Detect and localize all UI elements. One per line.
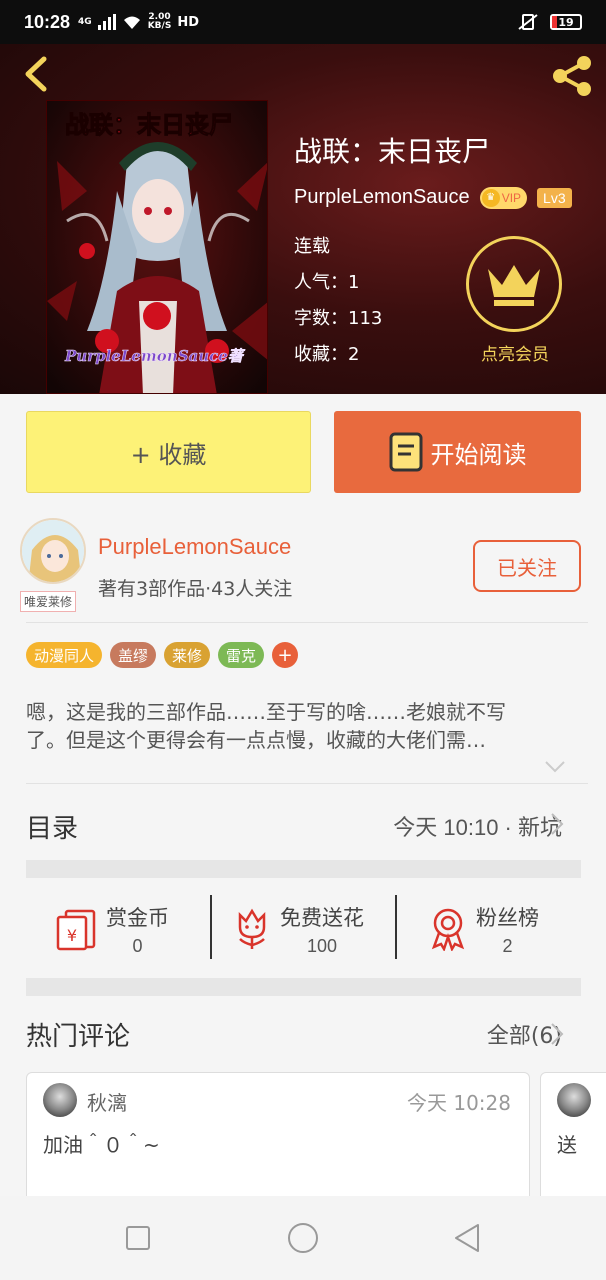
cover-illustration: 战联：末日丧尸 PurpleLemonSauce著 [47,101,267,393]
reward-coins[interactable]: ¥ 赏金币 0 [54,896,169,962]
author-stats: 著有3部作品·43人关注 [98,578,293,600]
free-flowers[interactable]: 免费送花 100 [232,896,364,962]
comment-text: 送 [557,1133,577,1157]
serial-status: 连载 [294,236,330,257]
status-bar: 10:28 4G 2.00 KB/S HD 19 [0,0,606,44]
level-badge: Lv3 [537,187,572,208]
book-cover[interactable]: 战联：末日丧尸 PurpleLemonSauce著 [46,100,268,394]
book-icon [389,432,422,472]
vip-crown-icon: ♛ [481,188,500,207]
toc-chevron-icon[interactable] [550,812,564,836]
share-icon[interactable] [548,54,596,98]
svg-text:¥: ¥ [67,926,77,945]
vibrate-off-icon [518,14,538,30]
fan-ranking[interactable]: 粉丝榜 2 [428,896,539,962]
author-row: PurpleLemonSauce ♛ VIP Lv3 [294,186,572,209]
author-name[interactable]: PurpleLemonSauce [98,534,291,560]
popularity: 人气：1 [294,272,360,293]
comment-card[interactable]: 秋漓 今天 10:28 加油＾０＾~ [26,1072,530,1202]
tag-item[interactable]: 雷克 [218,642,265,668]
hd-icon: HD [177,14,199,30]
cover-signature: PurpleLemonSauce著 [64,347,246,365]
status-time: 10:28 [24,11,71,32]
book-description[interactable]: 嗯，这是我的三部作品……至于写的啥……老娘就不写 了。但是这个更得会有一点点慢，… [26,698,566,754]
tag-list: 动漫同人 盖缪 莱修 雷克 + [26,642,299,668]
expand-chevron-icon[interactable] [544,760,566,774]
battery-icon: 19 [550,14,582,30]
divider [26,783,588,784]
tag-item[interactable]: 莱修 [164,642,211,668]
home-button[interactable] [283,1218,323,1258]
toc-label[interactable]: 目录 [26,808,78,845]
comment-card[interactable]: 送 [540,1072,606,1202]
section-band [26,860,581,878]
section-band [26,978,581,996]
stats-separator [395,895,397,959]
comment-text: 加油＾０＾~ [43,1133,160,1157]
divider [26,622,588,623]
avatar-tag: 唯爱莱修 [20,591,77,612]
comment-avatar[interactable] [557,1083,591,1117]
comment-user[interactable]: 秋漓 [87,1087,127,1116]
tag-item[interactable]: 盖缪 [110,642,157,668]
member-label: 点亮会员 [481,345,549,365]
stats-separator [210,895,212,959]
medal-icon [431,908,465,951]
status-icons: 4G 2.00 KB/S HD [78,13,199,31]
recent-apps-button[interactable] [118,1218,158,1258]
favorite-button[interactable]: + 收藏 [26,411,311,493]
comments-chevron-icon[interactable] [550,1022,564,1046]
comment-avatar[interactable] [43,1083,77,1117]
net-speed: 2.00 KB/S [147,12,172,31]
vip-badge: ♛ VIP [479,186,528,209]
start-reading-button[interactable]: 开始阅读 [334,411,581,493]
follow-button[interactable]: 已关注 [473,540,581,592]
comment-time: 今天 10:28 [407,1091,511,1115]
signal-icon [97,14,116,30]
toc-latest-chapter[interactable]: 今天 10:10 · 新坑 [393,810,562,842]
red-envelope-icon: ¥ [56,909,96,951]
back-icon[interactable] [18,56,54,92]
author-avatar[interactable] [20,518,86,584]
crown-icon [466,236,562,332]
word-count: 字数：113 [294,308,383,329]
book-header: 战联：末日丧尸 PurpleLemonSauce著 战联：末日丧尸 Purple… [0,44,606,394]
book-title: 战联：末日丧尸 [294,135,491,168]
header-author-name[interactable]: PurpleLemonSauce [294,186,470,209]
hot-comments-label: 热门评论 [26,1022,131,1052]
add-tag-button[interactable]: + [272,642,299,668]
system-nav-bar [0,1196,606,1280]
cover-title: 战联：末日丧尸 [65,111,233,139]
member-button[interactable]: 点亮会员 [466,236,564,365]
flower-icon [238,908,266,949]
wifi-icon [123,16,140,29]
tag-item[interactable]: 动漫同人 [26,642,103,668]
back-button[interactable] [448,1218,488,1258]
favorite-count: 收藏：2 [294,344,360,365]
network-type: 4G [78,16,92,27]
